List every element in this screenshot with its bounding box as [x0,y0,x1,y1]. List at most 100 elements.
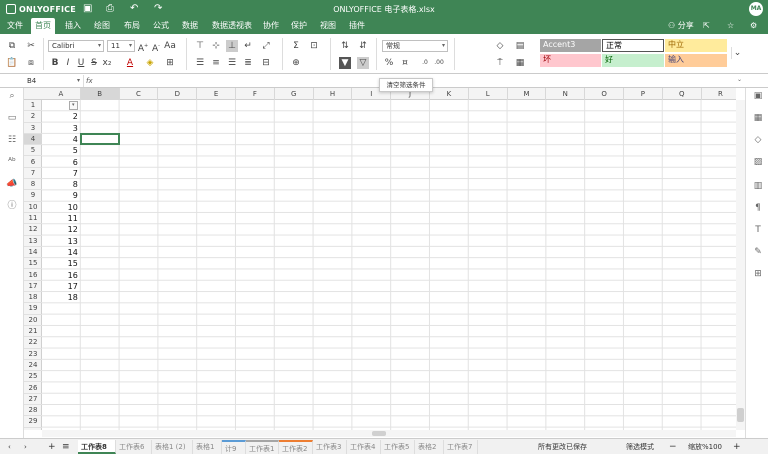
font-name-select[interactable]: Calibri ▾ [48,40,104,52]
sheet-tab-3[interactable]: 表格1 (2) [152,440,193,454]
row-header-15[interactable]: 15 [24,258,42,270]
scroll-first-sheet-icon[interactable]: ‹ [8,442,11,452]
row-header-7[interactable]: 7 [24,168,42,180]
cell-A5[interactable]: 5 [42,145,78,156]
sheet-tab-1[interactable]: 工作表8 [78,440,116,454]
paragraph-settings-icon[interactable]: ¶ [752,202,764,214]
row-header-21[interactable]: 21 [24,326,42,338]
row-header-28[interactable]: 28 [24,405,42,417]
chart-settings-icon[interactable]: ▥ [752,180,764,192]
number-format-select[interactable]: 常规 ▾ [382,40,448,52]
column-header-M[interactable]: M [508,88,547,100]
cell-style-accent3[interactable]: Accent3 [540,39,601,52]
cell-style-bad[interactable]: 坏 [540,54,601,67]
cell-A8[interactable]: 8 [42,179,78,190]
named-ranges-icon[interactable]: ⊡ [308,40,320,52]
column-header-K[interactable]: K [430,88,469,100]
copy-icon[interactable]: ⧉ [6,40,18,52]
column-header-G[interactable]: G [275,88,314,100]
paste-icon[interactable]: 📋 [6,57,18,69]
row-header-6[interactable]: 6 [24,157,42,168]
wrap-text-icon[interactable]: ↵ [242,40,254,52]
row-header-5[interactable]: 5 [24,145,42,157]
tab-plugins[interactable]: 插件 [345,18,369,34]
image-settings-icon[interactable]: ▨ [752,156,764,168]
scroll-last-sheet-icon[interactable]: › [24,442,27,452]
sheet-tab-12[interactable]: 工作表7 [444,440,478,454]
column-header-F[interactable]: F [236,88,275,100]
cell-A4[interactable]: 4 [42,134,78,145]
sheet-tab-9[interactable]: 工作表4 [347,440,381,454]
column-header-P[interactable]: P [624,88,663,100]
increase-font-icon[interactable]: A+ [137,40,149,54]
column-header-C[interactable]: C [120,88,159,100]
sort-ascending-icon[interactable]: ⇅ [339,40,351,52]
row-header-12[interactable]: 12 [24,224,42,236]
row-header-24[interactable]: 24 [24,360,42,372]
tab-data[interactable]: 数据 [178,18,202,34]
justify-icon[interactable]: ≣ [242,57,254,69]
cell-A9[interactable]: 9 [42,190,78,201]
signature-settings-icon[interactable]: ✎ [752,246,764,258]
align-right-icon[interactable]: ☰ [226,57,238,69]
pivot-settings-icon[interactable]: ⊞ [752,268,764,280]
fill-color-icon[interactable]: ◈ [144,57,156,69]
cell-A17[interactable]: 17 [42,281,78,292]
row-header-14[interactable]: 14 [24,247,42,259]
cut-icon[interactable]: ✂ [25,40,37,52]
cell-style-input[interactable]: 输入 [665,54,727,67]
cell-A18[interactable]: 18 [42,292,78,303]
row-header-23[interactable]: 23 [24,349,42,360]
favorite-icon[interactable]: ☆ [727,21,734,31]
row-header-26[interactable]: 26 [24,383,42,394]
cell-A15[interactable]: 15 [42,258,78,269]
cell-A3[interactable]: 3 [42,123,78,134]
tab-protection[interactable]: 保护 [287,18,311,34]
horizontal-scroll-thumb[interactable] [372,431,386,436]
row-header-11[interactable]: 11 [24,213,42,225]
column-header-E[interactable]: E [197,88,236,100]
cell-A7[interactable]: 7 [42,168,78,179]
row-header-22[interactable]: 22 [24,337,42,349]
row-header-3[interactable]: 3 [24,123,42,134]
borders-icon[interactable]: ⊞ [164,57,176,69]
vertical-scrollbar[interactable] [736,100,745,430]
sheet-tab-8[interactable]: 工作表3 [313,440,347,454]
cell-A12[interactable]: 12 [42,224,78,235]
cell-A14[interactable]: 14 [42,247,78,258]
sheet-tab-4[interactable]: 表格1 [193,440,222,454]
align-center-icon[interactable]: ≡ [210,57,222,69]
row-header-4[interactable]: 4 [24,133,42,146]
cell-A10[interactable]: 10 [42,202,78,213]
clear-filter-icon[interactable]: ▽ [357,57,369,69]
spellcheck-icon[interactable]: ᴬᵇ [6,156,18,168]
column-header-A[interactable]: A [42,88,81,100]
tab-file[interactable]: 文件 [3,18,27,34]
about-icon[interactable]: ⓘ [6,200,18,212]
sheet-tab-5[interactable]: 计9 [222,440,246,454]
sheet-tab-2[interactable]: 工作表6 [116,440,152,454]
format-painter-icon[interactable]: ⍑ [494,57,506,69]
cell-name-box[interactable]: B4 ▾ [24,75,84,87]
row-header-9[interactable]: 9 [24,190,42,202]
strikethrough-icon[interactable]: S [88,57,100,69]
orientation-icon[interactable]: ⤢ [260,40,272,52]
increase-decimal-icon[interactable]: .00 [433,57,445,69]
sheet-tab-6[interactable]: 工作表1 [246,440,279,454]
merge-cells-icon[interactable]: ⊟ [260,57,272,69]
open-location-icon[interactable]: ⇱ [703,21,710,31]
selected-cell-B4[interactable] [79,132,120,146]
sort-descending-icon[interactable]: ⇵ [357,40,369,52]
filter-icon[interactable]: ▼ [339,57,351,69]
bold-icon[interactable]: B [49,57,61,69]
tab-layout[interactable]: 布局 [120,18,144,34]
subscript-icon[interactable]: x₂ [101,57,113,69]
column-header-L[interactable]: L [469,88,508,100]
cell-style-good[interactable]: 好 [602,54,664,67]
tab-draw[interactable]: 绘图 [90,18,114,34]
sheet-list-icon[interactable]: ≡ [62,442,70,452]
column-header-Q[interactable]: Q [663,88,702,100]
column-header-D[interactable]: D [158,88,198,100]
row-header-10[interactable]: 10 [24,202,42,213]
row-header-20[interactable]: 20 [24,315,42,326]
